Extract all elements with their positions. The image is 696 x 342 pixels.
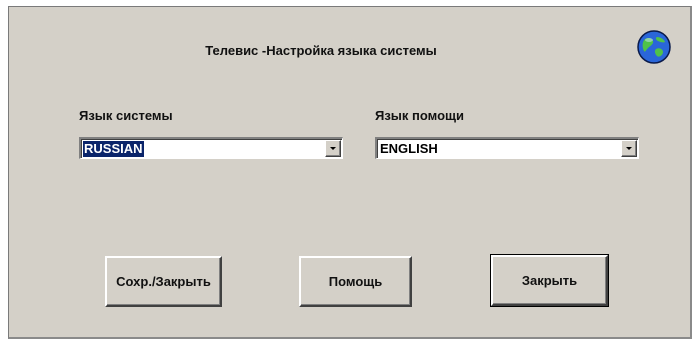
close-button[interactable]: Закрыть bbox=[490, 254, 609, 307]
help-button[interactable]: Помощь bbox=[299, 256, 412, 307]
chevron-down-icon[interactable] bbox=[325, 140, 341, 157]
help-language-select[interactable]: ENGLISH bbox=[375, 137, 639, 159]
save-close-button[interactable]: Сохр./Закрыть bbox=[105, 256, 222, 307]
chevron-down-icon[interactable] bbox=[621, 140, 637, 157]
system-language-value: RUSSIAN bbox=[83, 141, 144, 157]
globe-icon bbox=[636, 29, 672, 65]
help-language-value: ENGLISH bbox=[380, 141, 438, 156]
dialog-title: Телевис -Настройка языка системы bbox=[205, 43, 437, 58]
system-language-select[interactable]: RUSSIAN bbox=[79, 137, 343, 159]
system-language-label: Язык системы bbox=[79, 108, 173, 123]
help-language-label: Язык помощи bbox=[375, 108, 464, 123]
settings-dialog: Телевис -Настройка языка системы Язык си… bbox=[8, 6, 692, 339]
